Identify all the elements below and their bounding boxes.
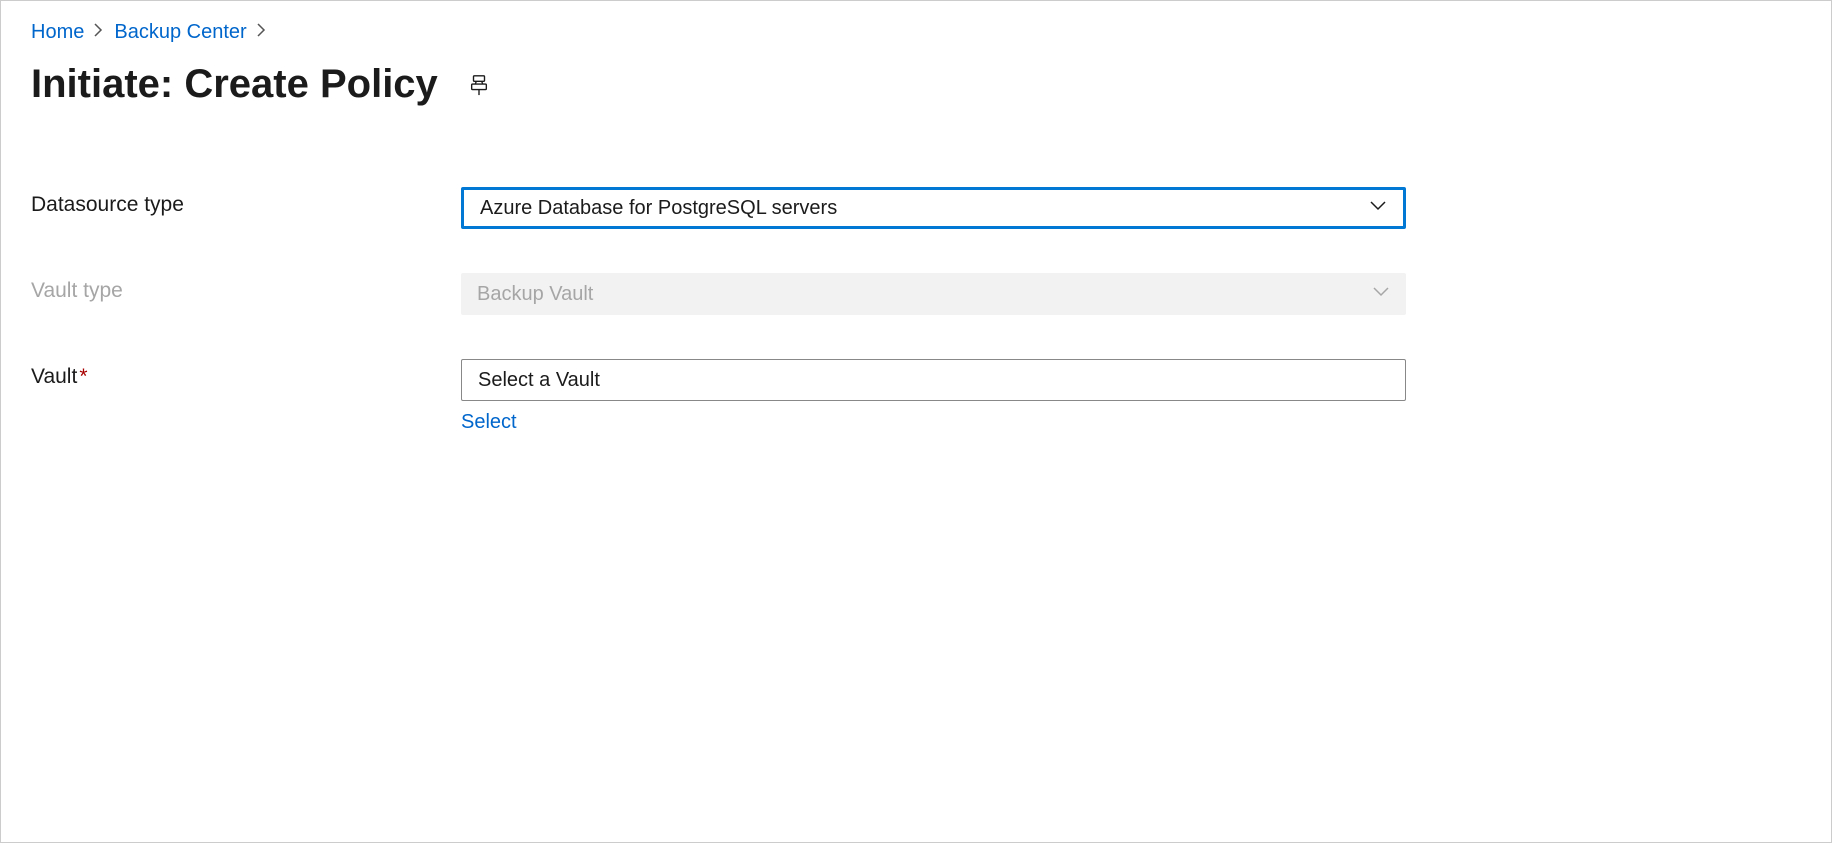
vault-type-value: Backup Vault	[477, 283, 593, 306]
breadcrumb-backup-center[interactable]: Backup Center	[114, 21, 246, 44]
pin-icon[interactable]	[468, 74, 490, 96]
datasource-type-select[interactable]: Azure Database for PostgreSQL servers	[461, 187, 1406, 229]
vault-input[interactable]: Select a Vault	[461, 359, 1406, 401]
form-row-vault: Vault* Select a Vault Select	[31, 359, 1801, 434]
breadcrumb-home[interactable]: Home	[31, 21, 84, 44]
chevron-down-icon	[1369, 196, 1387, 220]
chevron-right-icon	[257, 23, 267, 42]
breadcrumb: Home Backup Center	[31, 21, 1801, 44]
form-row-vault-type: Vault type Backup Vault	[31, 273, 1801, 315]
chevron-right-icon	[94, 23, 104, 42]
form-row-datasource-type: Datasource type Azure Database for Postg…	[31, 187, 1801, 229]
page-title: Initiate: Create Policy	[31, 62, 438, 107]
datasource-type-value: Azure Database for PostgreSQL servers	[480, 197, 837, 220]
vault-select-link[interactable]: Select	[461, 411, 517, 434]
vault-value: Select a Vault	[478, 369, 600, 392]
vault-label: Vault*	[31, 359, 461, 389]
chevron-down-icon	[1372, 282, 1390, 306]
page-header: Initiate: Create Policy	[31, 62, 1801, 107]
datasource-type-label: Datasource type	[31, 187, 461, 217]
required-asterisk: *	[79, 365, 87, 388]
vault-type-select: Backup Vault	[461, 273, 1406, 315]
vault-type-label: Vault type	[31, 273, 461, 303]
